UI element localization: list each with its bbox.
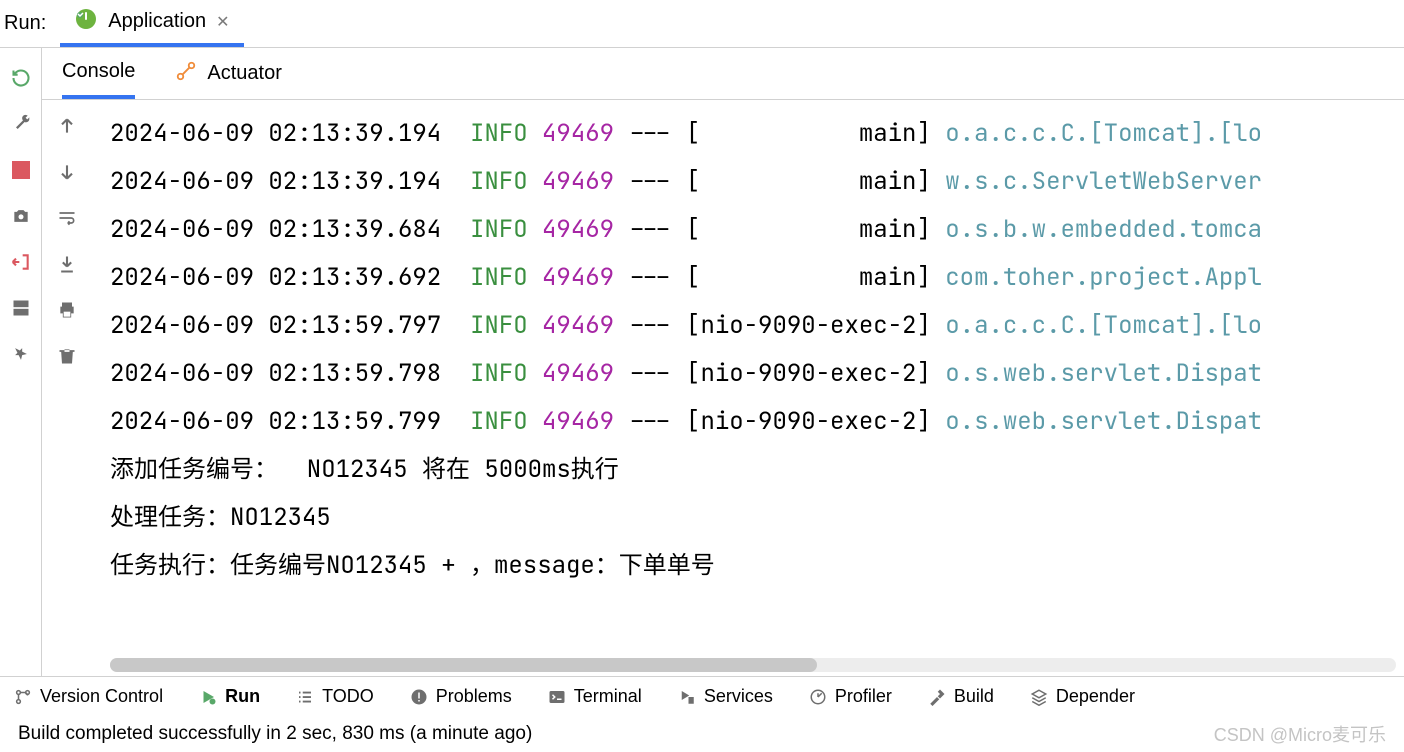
tool-profiler[interactable]: Profiler [809,686,892,707]
close-icon[interactable]: ✕ [216,12,229,32]
tool-build[interactable]: Build [928,686,994,707]
trash-icon[interactable] [55,344,79,368]
tool-terminal[interactable]: Terminal [548,686,642,707]
exit-icon[interactable] [9,250,33,274]
services-icon [678,688,696,706]
tool-label: Services [704,686,773,707]
log-line: 2024-06-09 02:13:39.692 INFO 49469 --- [… [110,254,1404,302]
tool-label: Version Control [40,686,163,707]
status-message: Build completed successfully in 2 sec, 8… [18,723,532,745]
hammer-icon [928,688,946,706]
tool-label: Depender [1056,686,1135,707]
log-line: 任务执行：任务编号NO12345 + ，message：下单单号 [110,542,1404,590]
spring-boot-icon [74,7,98,37]
run-label: Run: [0,12,60,35]
branch-icon [14,688,32,706]
log-line: 2024-06-09 02:13:59.799 INFO 49469 --- [… [110,398,1404,446]
wrench-icon[interactable] [9,112,33,136]
console-tabs: Console Actuator [42,48,1404,100]
scroll-to-end-icon[interactable] [55,252,79,276]
tool-problems[interactable]: Problems [410,686,512,707]
actuator-icon [175,60,197,88]
tool-label: TODO [322,686,374,707]
log-line: 添加任务编号： NO12345 将在 5000ms执行 [110,446,1404,494]
watermark: CSDN @Micro麦可乐 [1214,721,1386,747]
bottom-tool-tabs: Version Control Run TODO Problems Termin… [0,676,1404,716]
tool-version-control[interactable]: Version Control [14,686,163,707]
tool-todo[interactable]: TODO [296,686,374,707]
run-toolbar [0,48,42,676]
log-line: 2024-06-09 02:13:39.194 INFO 49469 --- [… [110,110,1404,158]
log-line: 2024-06-09 02:13:39.194 INFO 49469 --- [… [110,158,1404,206]
soft-wrap-icon[interactable] [55,206,79,230]
rerun-icon[interactable] [9,66,33,90]
tool-dependencies[interactable]: Depender [1030,686,1135,707]
horizontal-scrollbar[interactable] [110,658,1396,672]
tab-actuator-label: Actuator [207,62,281,85]
scrollbar-thumb[interactable] [110,658,817,672]
tool-label: Run [225,686,260,707]
log-line: 2024-06-09 02:13:59.798 INFO 49469 --- [… [110,350,1404,398]
tab-console-label: Console [62,60,135,83]
log-line: 处理任务：NO12345 [110,494,1404,542]
list-icon [296,688,314,706]
tab-actuator[interactable]: Actuator [175,48,281,99]
tool-label: Profiler [835,686,892,707]
center-column: Console Actuator [42,48,1404,676]
tab-console[interactable]: Console [62,48,135,99]
console-output[interactable]: 2024-06-09 02:13:39.194 INFO 49469 --- [… [92,100,1404,676]
warning-icon [410,688,428,706]
tool-label: Problems [436,686,512,707]
run-config-tab-label: Application [108,10,206,33]
console-body: 2024-06-09 02:13:39.194 INFO 49469 --- [… [42,100,1404,676]
tool-label: Terminal [574,686,642,707]
play-icon [199,688,217,706]
layout-icon[interactable] [9,296,33,320]
print-icon[interactable] [55,298,79,322]
status-bar: Build completed successfully in 2 sec, 8… [0,716,1404,752]
arrow-down-icon[interactable] [55,160,79,184]
pin-icon[interactable] [4,337,38,371]
stop-icon[interactable] [9,158,33,182]
run-config-tab-application[interactable]: Application ✕ [60,0,243,47]
layers-icon [1030,688,1048,706]
tool-services[interactable]: Services [678,686,773,707]
profiler-icon [809,688,827,706]
camera-icon[interactable] [9,204,33,228]
run-header: Run: Application ✕ [0,0,1404,48]
arrow-up-icon[interactable] [55,114,79,138]
tool-label: Build [954,686,994,707]
tool-run[interactable]: Run [199,686,260,707]
log-line: 2024-06-09 02:13:39.684 INFO 49469 --- [… [110,206,1404,254]
terminal-icon [548,688,566,706]
main-area: Console Actuator [0,48,1404,676]
console-toolbar [42,100,92,676]
log-line: 2024-06-09 02:13:59.797 INFO 49469 --- [… [110,302,1404,350]
